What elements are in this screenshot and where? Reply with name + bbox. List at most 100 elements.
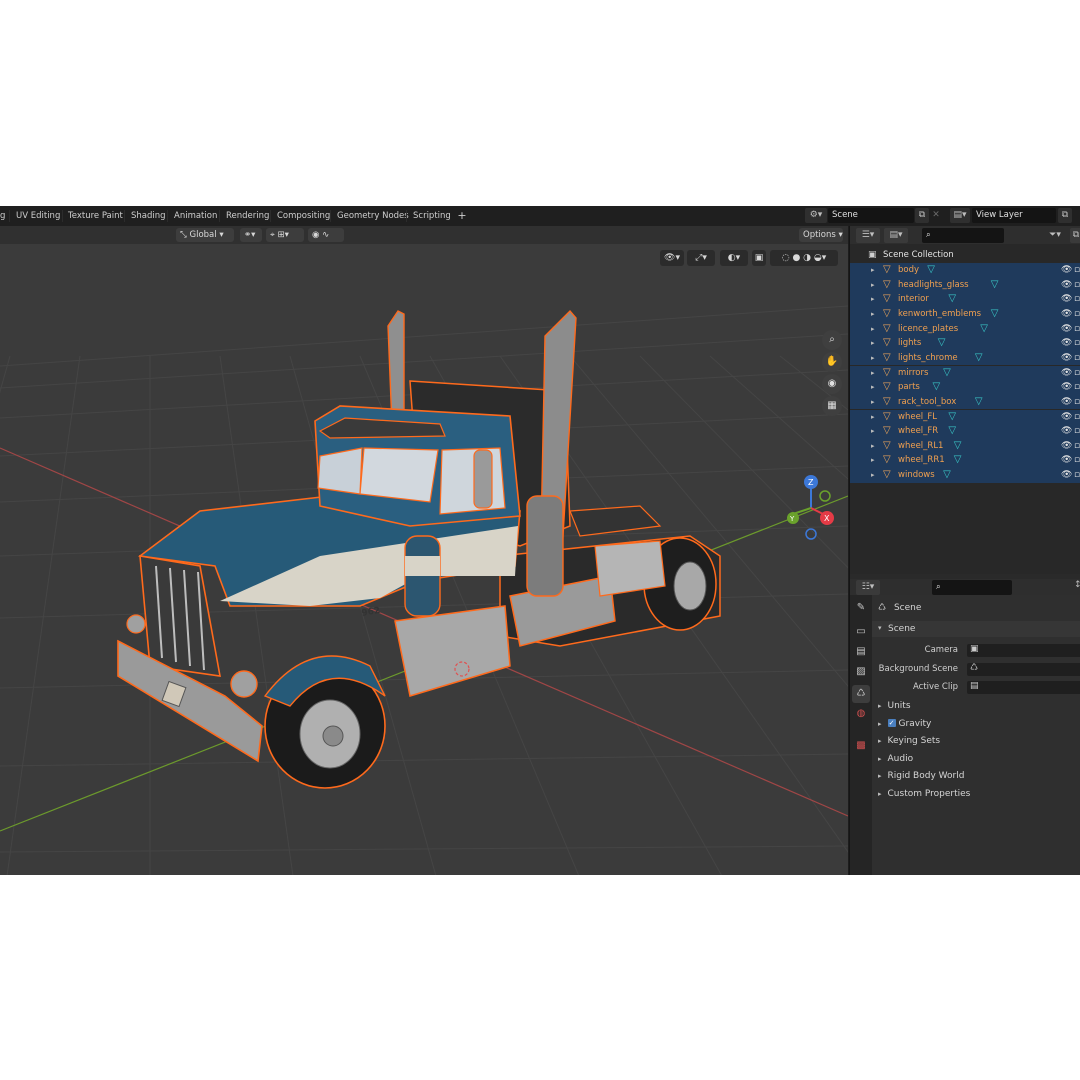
camera-render-icon[interactable]: ▫ (1074, 410, 1080, 425)
expand-arrow-icon[interactable]: ▸ (871, 278, 875, 293)
rendered-shading-icon[interactable]: ◒ (814, 253, 822, 263)
viewport-canvas[interactable]: 962 (0, 226, 848, 875)
mesh-data-icon[interactable]: ▽ (954, 453, 962, 468)
gravity-checkbox[interactable]: ✓ (887, 719, 896, 728)
mesh-data-icon[interactable]: ▽ (943, 366, 951, 381)
workspace-tab-rendering[interactable]: Rendering (226, 208, 269, 224)
display-mode-button[interactable]: ▤▾ (884, 228, 908, 243)
expand-arrow-icon[interactable]: ▸ (871, 424, 875, 439)
outliner-object-row[interactable]: ▸ ▽ wheel_RL1 ▽ 👁 ▫ (850, 438, 1080, 454)
eye-icon[interactable]: 👁 (1061, 410, 1072, 425)
object-name[interactable]: wheel_FL (898, 410, 937, 425)
camera-render-icon[interactable]: ▫ (1074, 380, 1080, 395)
gizmo-toggle[interactable]: ⤢▾ (687, 250, 715, 266)
visibility-dropdown[interactable]: 👁▾ (660, 250, 684, 266)
expand-arrow-icon[interactable]: ▸ (871, 453, 875, 468)
property-value-field[interactable]: ▣ (967, 644, 1080, 657)
eye-icon[interactable]: 👁 (1061, 439, 1072, 454)
scene-panel-header[interactable]: ▾ Scene (872, 621, 1080, 637)
outliner-object-row[interactable]: ▸ ▽ lights_chrome ▽ 👁 ▫ (850, 350, 1080, 366)
transform-orientation-dropdown[interactable]: ⤡ Global ▾ (176, 228, 234, 242)
navigation-gizmo[interactable]: Z X Y (783, 470, 839, 540)
editor-type-button[interactable]: ☰▾ (856, 228, 880, 243)
mesh-data-icon[interactable]: ▽ (991, 278, 999, 293)
pan-button[interactable]: ✋ (822, 352, 842, 372)
outliner-object-row[interactable]: ▸ ▽ kenworth_emblems ▽ 👁 ▫ (850, 306, 1080, 322)
eye-icon[interactable]: 👁 (1061, 453, 1072, 468)
mesh-data-icon[interactable]: ▽ (938, 336, 946, 351)
mesh-data-icon[interactable]: ▽ (927, 263, 935, 278)
expand-arrow-icon[interactable]: ▸ (871, 322, 875, 337)
pin-icon[interactable]: ↕ (1074, 580, 1080, 590)
options-dropdown[interactable]: Options ▾ (799, 228, 843, 242)
subpanel-header[interactable]: ▸ Keying Sets (878, 736, 1080, 746)
view-layer-name-field[interactable]: View Layer (972, 208, 1056, 223)
object-name[interactable]: wheel_RR1 (898, 453, 945, 468)
property-value-field[interactable]: ♺ (967, 662, 1080, 676)
proportional-editing-dropdown[interactable]: ◉ ∿ (308, 228, 344, 242)
workspace-tab-geometry-nodes[interactable]: Geometry Nodes (337, 208, 409, 224)
workspace-tab-scripting[interactable]: Scripting (413, 208, 451, 224)
subpanel-header[interactable]: ▸ Custom Properties (878, 789, 1080, 799)
world-tab[interactable]: ◍ (852, 705, 870, 723)
expand-arrow-icon[interactable]: ▸ (871, 366, 875, 381)
expand-arrow-icon[interactable]: ▸ (871, 351, 875, 366)
object-name[interactable]: lights (898, 336, 921, 351)
subpanel-header[interactable]: ▸ Rigid Body World (878, 771, 1080, 781)
object-name[interactable]: kenworth_emblems (898, 307, 981, 322)
mesh-data-icon[interactable]: ▽ (975, 351, 983, 366)
camera-render-icon[interactable]: ▫ (1074, 424, 1080, 439)
camera-render-icon[interactable]: ▫ (1074, 263, 1080, 278)
overlays-toggle[interactable]: ◐▾ (720, 250, 748, 266)
outliner-object-row[interactable]: ▸ ▽ wheel_FR ▽ 👁 ▫ (850, 424, 1080, 439)
object-name[interactable]: windows (898, 468, 935, 483)
workspace-tab-animation[interactable]: Animation (174, 208, 217, 224)
properties-editor-type-button[interactable]: ☷▾ (856, 580, 880, 595)
expand-arrow-icon[interactable]: ▸ (871, 263, 875, 278)
subpanel-header[interactable]: ▸ Audio (878, 754, 1080, 764)
eye-icon[interactable]: 👁 (1061, 395, 1072, 410)
eye-icon[interactable]: 👁 (1061, 263, 1072, 278)
expand-arrow-icon[interactable]: ▸ (871, 410, 875, 425)
zoom-button[interactable]: ⌕ (822, 330, 842, 350)
view-layer-tab[interactable]: ▨ (852, 663, 870, 681)
outliner-object-row[interactable]: ▸ ▽ mirrors ▽ 👁 ▫ (850, 365, 1080, 381)
output-tab[interactable]: ▤ (852, 643, 870, 661)
camera-render-icon[interactable]: ▫ (1074, 366, 1080, 381)
new-scene-button[interactable]: ⧉ (915, 208, 929, 223)
outliner-object-row[interactable]: ▸ ▽ wheel_RR1 ▽ 👁 ▫ (850, 453, 1080, 469)
outliner-object-row[interactable]: ▸ ▽ wheel_FL ▽ 👁 ▫ (850, 409, 1080, 425)
subpanel-header[interactable]: ▸ Units (878, 701, 1080, 711)
add-workspace-button[interactable]: + (455, 208, 469, 224)
workspace-tab-texture-paint[interactable]: Texture Paint (68, 208, 123, 224)
object-name[interactable]: wheel_FR (898, 424, 938, 439)
scene-name-field[interactable]: Scene (828, 208, 914, 223)
outliner-object-row[interactable]: ▸ ▽ interior ▽ 👁 ▫ (850, 292, 1080, 307)
snapping-dropdown[interactable]: ⌖ ⊞▾ (266, 228, 304, 242)
expand-arrow-icon[interactable]: ▸ (871, 292, 875, 307)
expand-arrow-icon[interactable]: ▸ (871, 380, 875, 395)
eye-icon[interactable]: 👁 (1061, 336, 1072, 351)
mesh-data-icon[interactable]: ▽ (948, 410, 956, 425)
pivot-point-dropdown[interactable]: ⚭▾ (240, 228, 262, 242)
mesh-data-icon[interactable]: ▽ (948, 292, 956, 307)
object-name[interactable]: body (898, 263, 919, 278)
scene-browse-button[interactable]: ⚙▾ (805, 208, 827, 223)
mesh-data-icon[interactable]: ▽ (975, 395, 983, 410)
camera-render-icon[interactable]: ▫ (1074, 453, 1080, 468)
workspace-tab-layout-partial[interactable]: g (0, 208, 5, 224)
mesh-data-icon[interactable]: ▽ (943, 468, 951, 483)
object-name[interactable]: mirrors (898, 366, 928, 381)
object-name[interactable]: licence_plates (898, 322, 958, 337)
outliner-object-row[interactable]: ▸ ▽ parts ▽ 👁 ▫ (850, 380, 1080, 395)
new-view-layer-button[interactable]: ⧉ (1058, 208, 1072, 223)
material-shading-icon[interactable]: ◑ (803, 253, 811, 263)
object-name[interactable]: lights_chrome (898, 351, 958, 366)
shading-modes[interactable]: ◌ ● ◑ ◒▾ (770, 250, 838, 266)
xray-toggle[interactable]: ▣ (752, 250, 766, 266)
eye-icon[interactable]: 👁 (1061, 322, 1072, 337)
perspective-toggle-button[interactable]: ▦ (822, 396, 842, 416)
texture-tab[interactable]: ▩ (852, 737, 870, 755)
wireframe-shading-icon[interactable]: ◌ (782, 253, 790, 263)
3d-viewport[interactable]: 962 ⤡ Global ▾ ⚭▾ ⌖ ⊞▾ ◉ ∿ Options ▾ 👁▾ … (0, 226, 848, 875)
